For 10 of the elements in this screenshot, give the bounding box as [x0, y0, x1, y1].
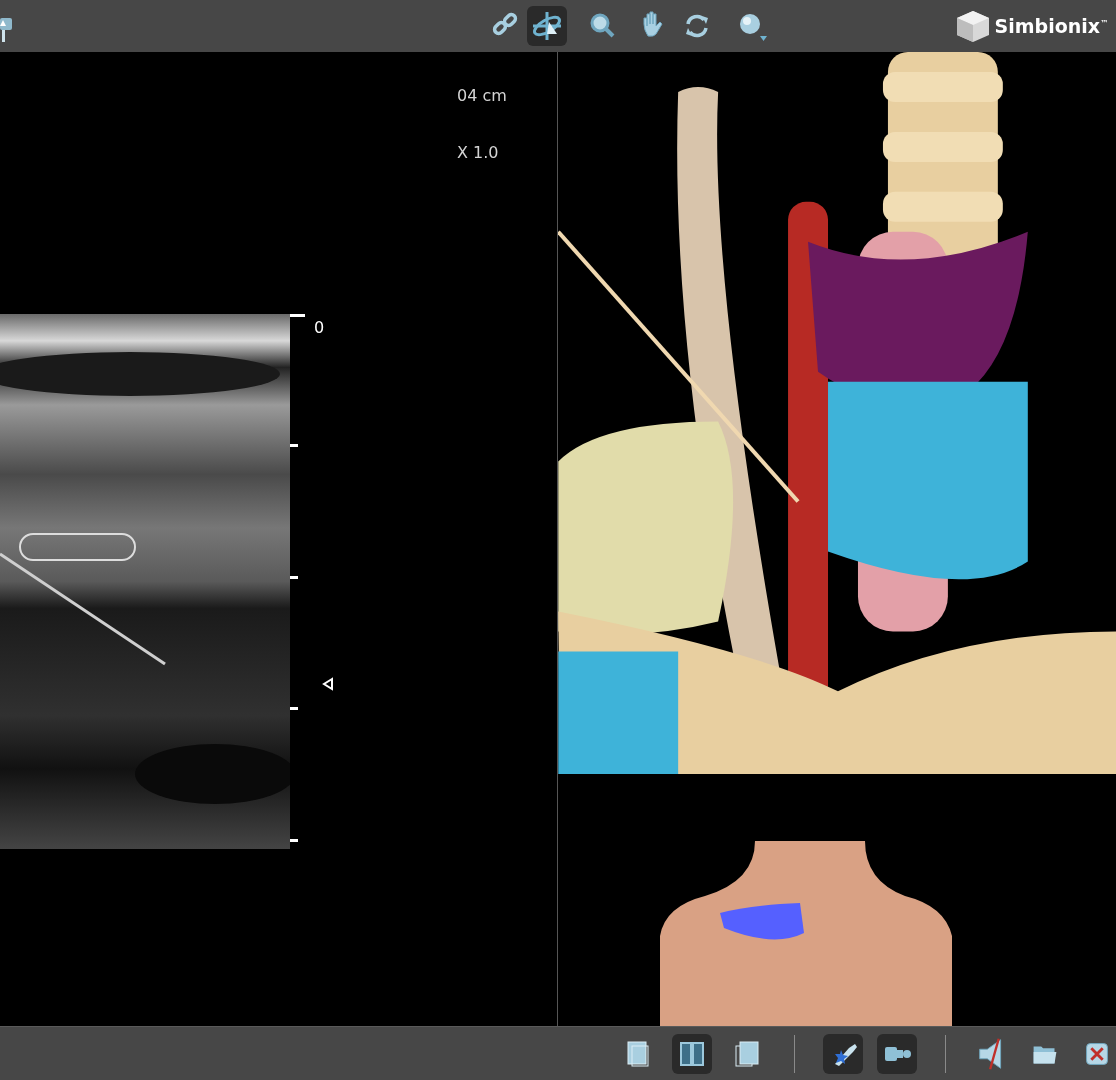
brand-name: Simbionix$^{™}$: [994, 15, 1108, 37]
focus-marker-icon: [322, 677, 334, 691]
tool-button[interactable]: [823, 1033, 863, 1074]
zoom-readout: X 1.0: [457, 143, 499, 162]
depth-readout: 04 cm: [457, 86, 507, 105]
tool-button[interactable]: [672, 1033, 712, 1074]
tool-button[interactable]: [527, 6, 567, 46]
depth-scale-label: 0: [314, 318, 325, 337]
cube-logo-icon: [954, 9, 991, 43]
tool-button[interactable]: [877, 1033, 917, 1074]
